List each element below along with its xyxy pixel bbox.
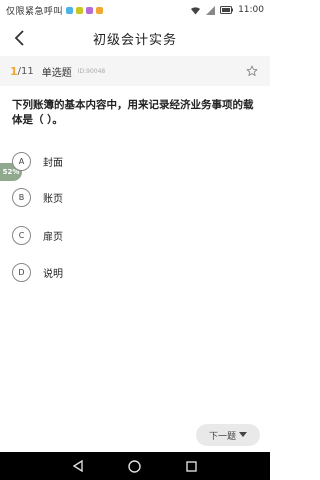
status-bar: 仅限紧急呼叫 11:00 bbox=[0, 0, 270, 20]
triangle-back-icon bbox=[73, 460, 84, 472]
option-text: 账页 bbox=[43, 193, 63, 205]
signal-icon bbox=[206, 5, 216, 15]
question-type: 单选题 bbox=[41, 67, 72, 79]
option-b[interactable]: B 账页 bbox=[12, 186, 252, 208]
option-d[interactable]: D 说明 bbox=[12, 261, 252, 283]
app-notification-icon-4 bbox=[96, 6, 104, 14]
star-outline-icon bbox=[246, 65, 258, 76]
header: 初级会计实务 bbox=[0, 20, 270, 56]
wifi-icon bbox=[190, 6, 201, 15]
nav-home-button[interactable] bbox=[125, 456, 145, 476]
option-letter: B bbox=[12, 187, 31, 207]
question-current-number: 1 bbox=[10, 64, 18, 78]
status-time: 11:00 bbox=[238, 5, 264, 15]
caret-down-icon bbox=[239, 432, 247, 437]
option-letter: A bbox=[12, 151, 31, 171]
question-total: /11 bbox=[17, 65, 34, 77]
status-right: 11:00 bbox=[190, 5, 264, 15]
option-letter: C bbox=[12, 225, 31, 245]
system-nav-bar bbox=[0, 452, 270, 480]
nav-back-button[interactable] bbox=[68, 456, 88, 476]
page-title: 初级会计实务 bbox=[92, 32, 177, 48]
option-text: 说明 bbox=[43, 268, 63, 280]
status-left: 仅限紧急呼叫 bbox=[6, 4, 104, 17]
favorite-button[interactable] bbox=[244, 63, 260, 79]
question-text: 下列账簿的基本内容中，用来记录经济业务事项的载体是（ ）。 bbox=[12, 99, 254, 126]
next-question-button[interactable]: 下一题 bbox=[196, 424, 260, 446]
app-notification-icon-3 bbox=[86, 6, 94, 14]
app-notification-icon-2 bbox=[76, 6, 84, 14]
carrier-text: 仅限紧急呼叫 bbox=[6, 6, 64, 17]
chevron-left-icon bbox=[14, 30, 24, 46]
square-recents-icon bbox=[186, 460, 197, 472]
circle-home-icon bbox=[128, 459, 142, 473]
option-a[interactable]: A 封面 bbox=[12, 150, 252, 172]
question-info-bar: 1 /11 单选题 ID:90048 bbox=[0, 56, 270, 86]
option-text: 封面 bbox=[43, 157, 63, 169]
option-c[interactable]: C 扉页 bbox=[12, 224, 252, 246]
option-letter: D bbox=[12, 262, 31, 282]
app-notification-icon-1 bbox=[66, 6, 74, 14]
question-id: ID:90048 bbox=[77, 67, 106, 75]
nav-recents-button[interactable] bbox=[182, 456, 202, 476]
option-text: 扉页 bbox=[43, 231, 63, 243]
back-button[interactable] bbox=[8, 26, 32, 50]
next-question-label: 下一题 bbox=[208, 431, 236, 442]
battery-icon bbox=[220, 6, 234, 14]
